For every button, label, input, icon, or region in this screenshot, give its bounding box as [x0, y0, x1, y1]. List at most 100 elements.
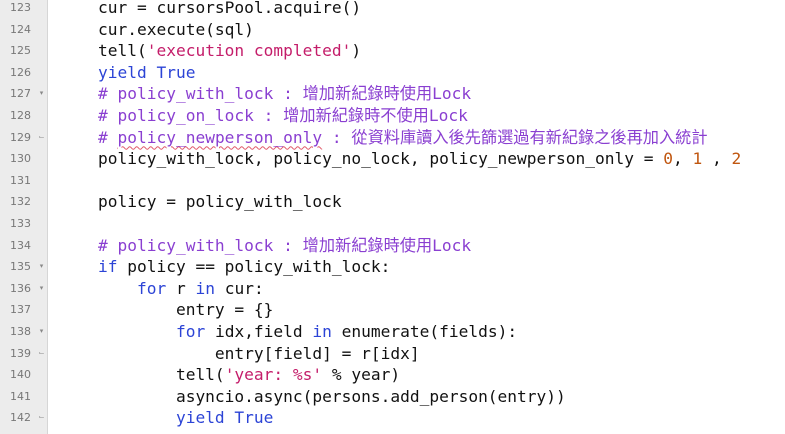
code-token: # policy_with_lock : 增加新紀錄時使用Lock	[97, 84, 472, 104]
code-line[interactable]: 126 yield True	[0, 62, 785, 84]
code-text[interactable]: for r in cur:	[59, 278, 785, 300]
code-token: : 從資料庫讀入後先篩選過有新紀錄之後再加入統計	[322, 127, 708, 147]
code-token: % year)	[322, 365, 401, 385]
fold-arrow-icon[interactable]: ▾	[37, 83, 46, 105]
code-token: enumerate(fields):	[331, 321, 518, 341]
fold-arrow-icon[interactable]: ▾	[37, 321, 46, 343]
code-line[interactable]: 140 tell('year: %s' % year)	[0, 364, 785, 386]
code-text[interactable]: policy_with_lock, policy_no_lock, policy…	[59, 148, 785, 170]
line-number: 140	[10, 368, 31, 382]
code-line[interactable]: 129 ⌙ # policy_newperson_only : 從資料庫讀入後先篩…	[0, 127, 785, 149]
code-token: for	[175, 321, 206, 341]
line-number: 126	[10, 65, 31, 79]
code-text[interactable]: # policy_newperson_only : 從資料庫讀入後先篩選過有新紀…	[59, 127, 785, 149]
code-text[interactable]: cur.execute(sql)	[59, 19, 785, 41]
line-number: 133	[10, 216, 31, 230]
code-text[interactable]: # policy_on_lock : 增加新紀錄時不使用Lock	[59, 105, 785, 127]
code-line[interactable]: 128 # policy_on_lock : 增加新紀錄時不使用Lock	[0, 105, 785, 127]
code-token: if	[97, 257, 118, 277]
code-token: #	[97, 127, 118, 147]
code-line[interactable]: 127 ▾ # policy_with_lock : 增加新紀錄時使用Lock	[0, 83, 785, 105]
code-token: ,	[672, 149, 693, 169]
fold-end-icon: ⌙	[38, 413, 45, 422]
line-number: 139	[10, 346, 31, 360]
code-text[interactable]: yield True	[59, 62, 785, 84]
code-token: asyncio.async(persons.add_person(entry))	[59, 386, 566, 406]
code-text[interactable]: asyncio.async(persons.add_person(entry))	[59, 386, 785, 408]
code-text[interactable]: entry[field] = r[idx]	[59, 343, 785, 365]
fold-arrow-icon[interactable]: ▾	[37, 256, 46, 278]
line-number: 135	[10, 260, 31, 274]
code-token: entry[field] = r[idx]	[59, 343, 420, 363]
code-text[interactable]: cur = cursorsPool.acquire()	[59, 0, 785, 19]
code-token: yield True	[175, 408, 274, 428]
code-token: entry = {}	[59, 300, 274, 320]
code-line[interactable]: 135 ▾ if policy == policy_with_lock:	[0, 256, 785, 278]
line-number: 124	[10, 22, 31, 36]
line-number: 123	[10, 1, 31, 14]
code-text[interactable]: # policy_with_lock : 增加新紀錄時使用Lock	[59, 83, 785, 105]
code-line[interactable]: 125 tell('execution completed')	[0, 40, 785, 62]
code-text[interactable]: yield True	[59, 407, 785, 429]
code-line[interactable]: 134 # policy_with_lock : 增加新紀錄時使用Lock	[0, 235, 785, 257]
line-number: 138	[10, 324, 31, 338]
code-line[interactable]: 138 ▾ for idx,field in enumerate(fields):	[0, 321, 785, 343]
line-number: 137	[10, 303, 31, 317]
code-token: # policy_on_lock : 增加新紀錄時不使用Lock	[97, 105, 468, 125]
code-token: ,	[702, 149, 732, 169]
code-text[interactable]: policy = policy_with_lock	[59, 191, 785, 213]
line-number: 129	[10, 130, 31, 144]
code-line[interactable]: 123 cur = cursorsPool.acquire()	[0, 0, 785, 19]
code-token: 0	[663, 149, 673, 169]
code-token: idx,field	[205, 321, 313, 341]
code-text[interactable]: tell('execution completed')	[59, 40, 785, 62]
code-token: policy == policy_with_lock:	[117, 257, 391, 277]
code-token: 2	[731, 149, 742, 169]
code-line[interactable]: 132 policy = policy_with_lock	[0, 191, 785, 213]
code-lines[interactable]: 123 cur = cursorsPool.acquire() 124 cur.e…	[0, 0, 785, 429]
fold-end-icon: ⌙	[38, 348, 45, 357]
line-number: 141	[10, 389, 31, 403]
code-text[interactable]: tell('year: %s' % year)	[59, 364, 785, 386]
line-number: 128	[10, 108, 31, 122]
code-line[interactable]: 137 entry = {}	[0, 299, 785, 321]
line-number: 142	[10, 411, 31, 425]
code-line[interactable]: 124 cur.execute(sql)	[0, 19, 785, 41]
code-line[interactable]: 136 ▾ for r in cur:	[0, 278, 785, 300]
code-text[interactable]: if policy == policy_with_lock:	[59, 256, 785, 278]
code-line[interactable]: 142 ⌙ yield True	[0, 407, 785, 429]
code-line[interactable]: 130 policy_with_lock, policy_no_lock, po…	[0, 148, 785, 170]
code-token: )	[351, 41, 362, 61]
fold-end-icon: ⌙	[38, 132, 45, 141]
code-token: policy = policy_with_lock	[59, 192, 342, 212]
code-line[interactable]: 131	[0, 170, 785, 192]
code-token: tell(	[59, 365, 225, 385]
code-line[interactable]: 139 ⌙ entry[field] = r[idx]	[0, 343, 785, 365]
code-text[interactable]: entry = {}	[59, 299, 785, 321]
code-token: cur:	[214, 278, 264, 298]
code-token: # policy_with_lock : 增加新紀錄時使用Lock	[97, 235, 472, 255]
code-token: cur = cursorsPool.acquire()	[59, 0, 362, 17]
line-number: 127	[10, 87, 31, 101]
code-line[interactable]: 141 asyncio.async(persons.add_person(ent…	[0, 386, 785, 408]
fold-arrow-icon[interactable]: ▾	[37, 278, 46, 300]
code-token: r	[166, 278, 196, 298]
code-text[interactable]: # policy_with_lock : 增加新紀錄時使用Lock	[59, 235, 785, 257]
code-token: 'year: %s'	[224, 365, 323, 385]
code-editor[interactable]: 123 cur = cursorsPool.acquire() 124 cur.e…	[0, 0, 785, 434]
code-text[interactable]: for idx,field in enumerate(fields):	[59, 321, 785, 343]
code-token: 1	[692, 149, 703, 169]
code-token: in	[312, 321, 332, 341]
code-line[interactable]: 133	[0, 213, 785, 235]
code-token: policy_with_lock, policy_no_lock, policy…	[59, 149, 664, 169]
code-token: in	[195, 278, 215, 298]
line-number: 125	[10, 44, 31, 58]
